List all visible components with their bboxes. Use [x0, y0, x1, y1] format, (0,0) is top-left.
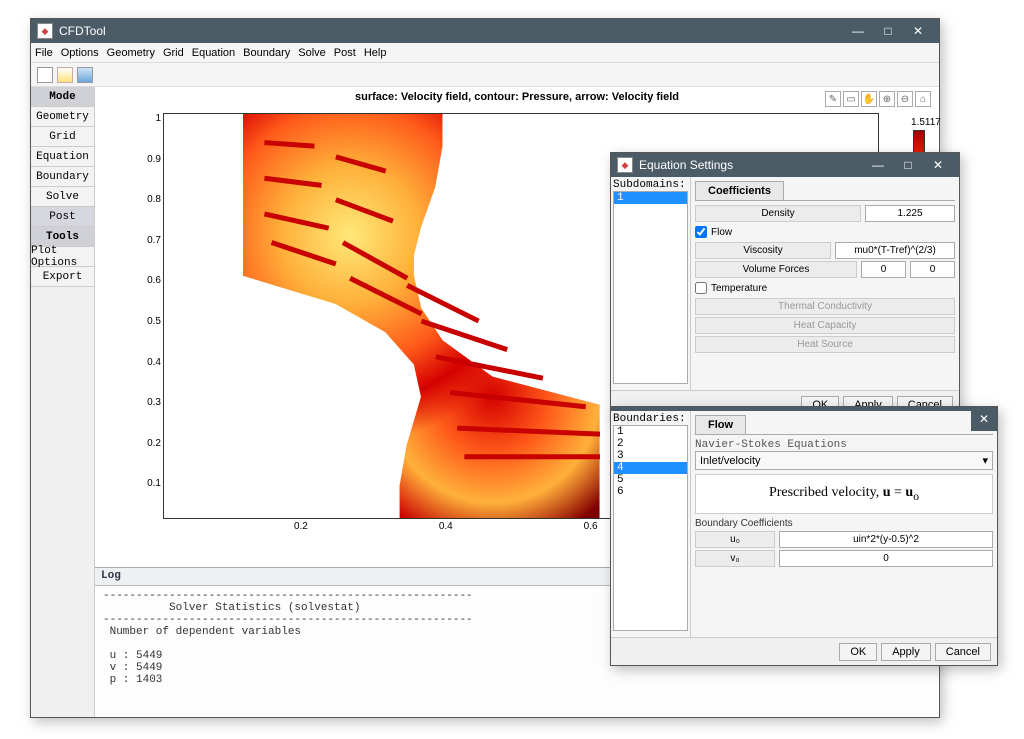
flow-tab[interactable]: Flow [695, 415, 746, 434]
eq-maximize-button[interactable]: □ [893, 155, 923, 175]
equation-settings-dialog: ◆ Equation Settings — □ ✕ Subdomains: 1 … [610, 152, 960, 419]
heat-source-label: Heat Source [695, 336, 955, 353]
bnd-cancel-button[interactable]: Cancel [935, 643, 991, 661]
eq-minimize-button[interactable]: — [863, 155, 893, 175]
plot-title: surface: Velocity field, contour: Pressu… [95, 91, 939, 103]
volume-force-y-input[interactable]: 0 [910, 261, 955, 278]
mode-post[interactable]: Post [31, 207, 94, 227]
v0-input[interactable]: 0 [779, 550, 993, 567]
mode-grid[interactable]: Grid [31, 127, 94, 147]
mode-geometry[interactable]: Geometry [31, 107, 94, 127]
boundary-item[interactable]: 2 [614, 438, 687, 450]
eq-title: Equation Settings [639, 158, 863, 172]
eq-titlebar[interactable]: ◆ Equation Settings — □ ✕ [611, 153, 959, 177]
ns-equations-label: Navier-Stokes Equations [695, 439, 993, 451]
save-icon[interactable] [77, 67, 93, 83]
plot-tools: ✎ ▭ ✋ ⊕ ⊖ ⌂ [825, 91, 931, 107]
volume-forces-label: Volume Forces [695, 261, 857, 278]
contour-overlay [243, 114, 600, 471]
u0-label: u₀ [695, 531, 775, 548]
u0-input[interactable]: uin*2*(y-0.5)^2 [779, 531, 993, 548]
boundary-item[interactable]: 1 [614, 426, 687, 438]
tool-plot-options[interactable]: Plot Options [31, 247, 94, 267]
boundary-item[interactable]: 3 [614, 450, 687, 462]
main-titlebar[interactable]: ◆ CFDTool — □ ✕ [31, 19, 939, 43]
mode-solve[interactable]: Solve [31, 187, 94, 207]
boundary-item[interactable]: 6 [614, 486, 687, 498]
density-input[interactable]: 1.225 [865, 205, 955, 222]
menubar: File Options Geometry Grid Equation Boun… [31, 43, 939, 63]
flow-label: Flow [711, 227, 732, 238]
bnd-apply-button[interactable]: Apply [881, 643, 931, 661]
viscosity-input[interactable]: mu0*(T-Tref)^(2/3) [835, 242, 955, 259]
bc-type-select[interactable]: Inlet/velocity ▾ [695, 451, 993, 470]
thermal-conductivity-label: Thermal Conductivity [695, 298, 955, 315]
edit-icon[interactable]: ✎ [825, 91, 841, 107]
velocity-surface [243, 114, 600, 518]
volume-force-x-input[interactable]: 0 [861, 261, 906, 278]
menu-grid[interactable]: Grid [163, 47, 184, 59]
boundary-item[interactable]: 4 [614, 462, 687, 474]
maximize-button[interactable]: □ [873, 21, 903, 41]
flow-checkbox[interactable] [695, 226, 707, 238]
select-icon[interactable]: ▭ [843, 91, 859, 107]
menu-solve[interactable]: Solve [298, 47, 326, 59]
coefficients-tab[interactable]: Coefficients [695, 181, 784, 200]
bnd-ok-button[interactable]: OK [839, 643, 877, 661]
mode-equation[interactable]: Equation [31, 147, 94, 167]
prescribed-velocity-equation: Prescribed velocity, u = uo [695, 474, 993, 514]
subdomain-list[interactable]: 1 [613, 191, 688, 384]
mode-boundary[interactable]: Boundary [31, 167, 94, 187]
colorbar-max: 1.5117 [911, 117, 925, 128]
open-icon[interactable] [57, 67, 73, 83]
pan-icon[interactable]: ✋ [861, 91, 877, 107]
boundary-item[interactable]: 5 [614, 474, 687, 486]
zoom-out-icon[interactable]: ⊖ [897, 91, 913, 107]
app-title: CFDTool [59, 24, 843, 38]
menu-boundary[interactable]: Boundary [243, 47, 290, 59]
bnd-close-button[interactable]: ✕ [971, 407, 997, 431]
app-icon: ◆ [617, 157, 633, 173]
minimize-button[interactable]: — [843, 21, 873, 41]
subdomain-item[interactable]: 1 [614, 192, 687, 204]
viscosity-label: Viscosity [695, 242, 831, 259]
heat-capacity-label: Heat Capacity [695, 317, 955, 334]
menu-help[interactable]: Help [364, 47, 387, 59]
temperature-checkbox[interactable] [695, 282, 707, 294]
boundaries-label: Boundaries: [613, 413, 688, 425]
y-ticks: 10.9 0.80.7 0.60.5 0.40.3 0.20.1 [135, 113, 161, 519]
menu-options[interactable]: Options [61, 47, 99, 59]
home-icon[interactable]: ⌂ [915, 91, 931, 107]
bc-type-value: Inlet/velocity [700, 455, 761, 467]
mode-sidebar: Mode Geometry Grid Equation Boundary Sol… [31, 87, 95, 717]
boundary-list[interactable]: 1 2 3 4 5 6 [613, 425, 688, 631]
menu-post[interactable]: Post [334, 47, 356, 59]
boundary-coefficients-label: Boundary Coefficients [695, 518, 993, 529]
close-button[interactable]: ✕ [903, 21, 933, 41]
subdomains-label: Subdomains: [613, 179, 688, 191]
toolbar [31, 63, 939, 87]
tool-export[interactable]: Export [31, 267, 94, 287]
menu-equation[interactable]: Equation [192, 47, 235, 59]
zoom-in-icon[interactable]: ⊕ [879, 91, 895, 107]
menu-file[interactable]: File [35, 47, 53, 59]
app-icon: ◆ [37, 23, 53, 39]
boundary-settings-dialog: ✕ Boundaries: 1 2 3 4 5 6 Flow Navier-St… [610, 406, 998, 666]
mode-header: Mode [31, 87, 94, 107]
v0-label: v₀ [695, 550, 775, 567]
new-icon[interactable] [37, 67, 53, 83]
chevron-down-icon: ▾ [982, 454, 988, 467]
density-label: Density [695, 205, 861, 222]
temperature-label: Temperature [711, 283, 767, 294]
menu-geometry[interactable]: Geometry [107, 47, 155, 59]
eq-close-button[interactable]: ✕ [923, 155, 953, 175]
